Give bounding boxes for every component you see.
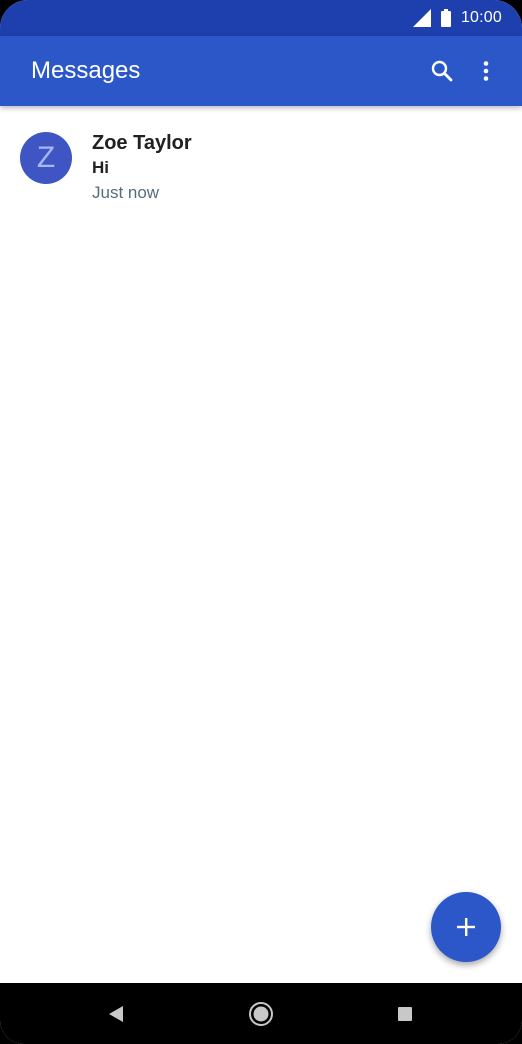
recents-icon: [398, 1006, 412, 1021]
back-icon: [109, 1005, 123, 1022]
app-bar: Messages: [0, 36, 522, 106]
conversation-list: Z Zoe Taylor Hi Just now: [0, 106, 522, 216]
phone-screen: 10:00 Messages Z Zoe Taylor Hi Just now: [0, 0, 522, 1044]
home-icon: [249, 1001, 273, 1026]
app-bar-actions: [420, 36, 508, 106]
conversation-snippet: Hi: [92, 158, 109, 177]
page-title: Messages: [31, 57, 141, 84]
search-icon: [431, 60, 453, 82]
plus-icon: [457, 918, 475, 936]
battery-icon: [440, 9, 451, 27]
conversation-timestamp: Just now: [92, 183, 160, 202]
home-button[interactable]: [231, 983, 291, 1044]
new-conversation-button[interactable]: [431, 892, 501, 962]
back-button[interactable]: [86, 983, 146, 1044]
status-time: 10:00: [460, 9, 502, 26]
more-vert-icon: [483, 61, 489, 81]
navigation-bar: [0, 983, 522, 1044]
more-options-button[interactable]: [464, 49, 508, 93]
search-button[interactable]: [420, 49, 464, 93]
recents-button[interactable]: [375, 983, 435, 1044]
avatar: Z: [20, 132, 72, 184]
cell-signal-icon: [412, 9, 431, 27]
conversation-item[interactable]: Z Zoe Taylor Hi Just now: [0, 106, 522, 216]
status-bar: 10:00: [0, 0, 522, 36]
conversation-name: Zoe Taylor: [92, 132, 192, 154]
